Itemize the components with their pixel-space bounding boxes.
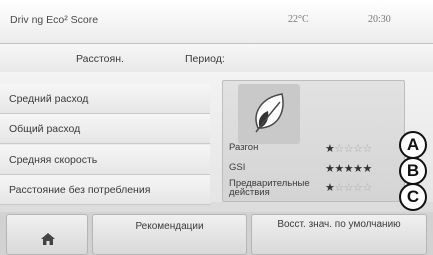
list-item-label: Расстояние без потребления [9, 184, 151, 196]
list-item-distance-no-consumption[interactable]: Расстояние без потребления [0, 175, 210, 205]
recommendations-button[interactable]: Рекомендации [92, 214, 247, 255]
temperature-readout: 22°C [288, 14, 309, 25]
rating-stars-anticipation: ★☆☆☆☆ [325, 182, 372, 194]
rating-stars-gsi: ★★★★★ [325, 163, 372, 175]
screen-title: Driv ng Eco² Score [10, 14, 99, 26]
reset-defaults-label: Восст. знач. по умолчанию [277, 219, 401, 230]
home-button[interactable] [6, 214, 88, 255]
reset-defaults-button[interactable]: Восст. знач. по умолчанию [251, 214, 427, 255]
callout-marker-b: B [399, 157, 427, 185]
clock-readout: 20:30 [368, 14, 391, 25]
leaf-icon [238, 84, 300, 144]
callout-marker-a: A [399, 131, 427, 159]
list-item-average-speed[interactable]: Средняя скорость [0, 145, 210, 175]
list-item-label: Средний расход [9, 93, 89, 105]
score-label-gsi: GSI [229, 162, 246, 173]
list-item-average-consumption[interactable]: Средний расход [0, 84, 210, 114]
list-item-total-consumption[interactable]: Общий расход [0, 114, 210, 144]
tab-period[interactable]: Период: [185, 53, 225, 65]
home-icon [41, 233, 55, 245]
recommendations-label: Рекомендации [135, 221, 204, 232]
tab-distance[interactable]: Расстоян. [76, 53, 124, 65]
list-item-label: Средняя скорость [9, 154, 98, 166]
list-item-label: Общий расход [9, 123, 81, 135]
rating-stars-acceleration: ★☆☆☆☆ [325, 143, 372, 155]
score-label-anticipation: Предварительные действия [229, 178, 310, 198]
callout-marker-c: C [399, 183, 427, 211]
score-label-acceleration: Разгон [229, 142, 259, 153]
